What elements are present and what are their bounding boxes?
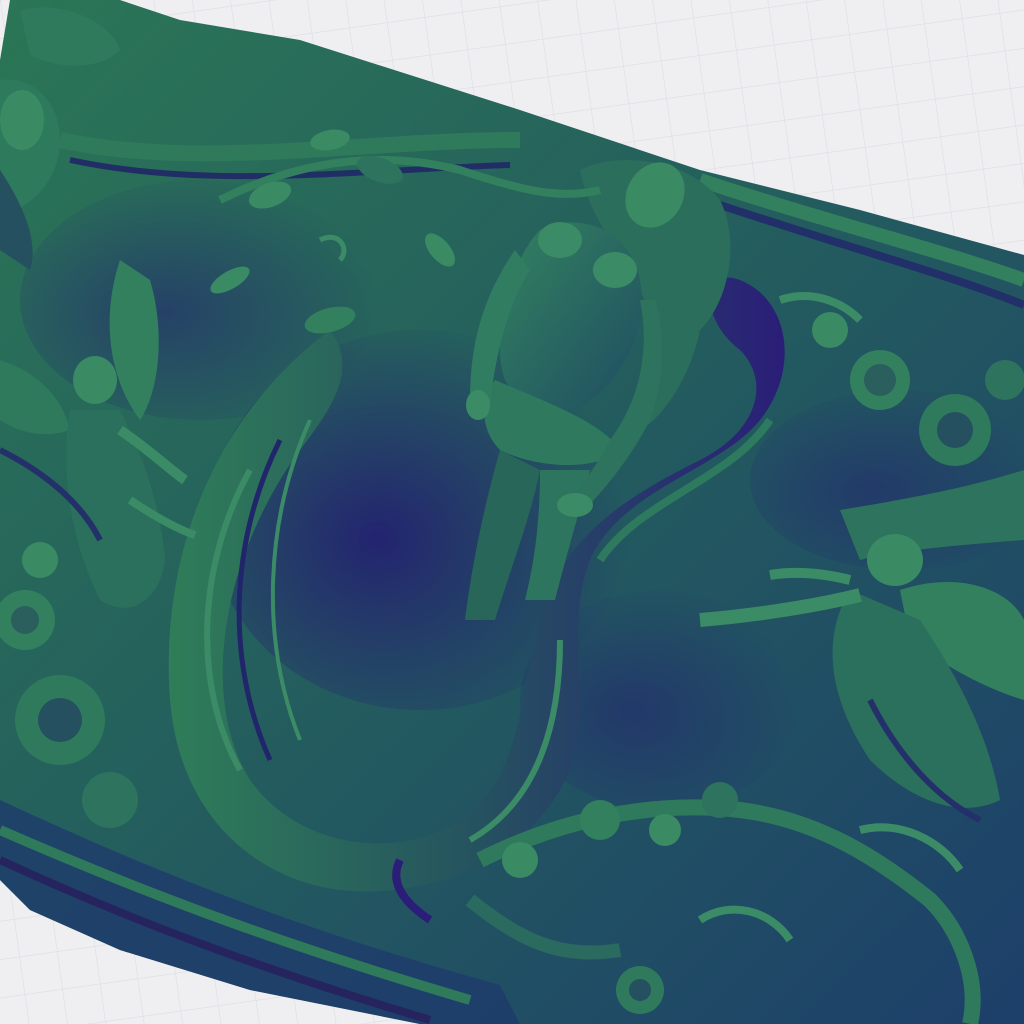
3d-model-viewport[interactable] xyxy=(0,0,1024,1024)
